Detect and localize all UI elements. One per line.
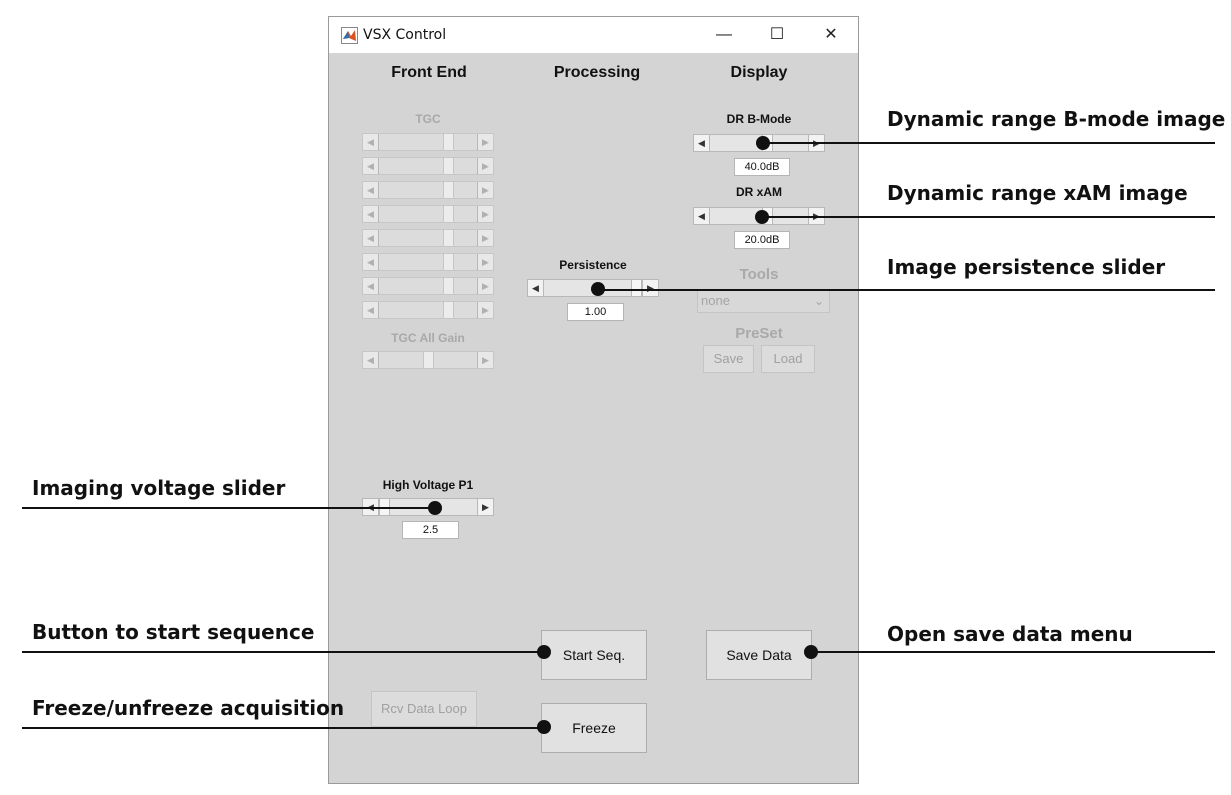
left-arrow-icon[interactable]: ◀ xyxy=(363,352,379,368)
slider-thumb[interactable] xyxy=(443,254,454,270)
left-arrow-icon[interactable]: ◀ xyxy=(528,280,544,296)
processing-header: Processing xyxy=(553,64,641,81)
dr-xam-value[interactable]: 20.0dB xyxy=(734,231,790,249)
leader-line-save-data xyxy=(811,651,1215,653)
marker-dot-save-data xyxy=(804,645,818,659)
right-arrow-icon[interactable]: ▶ xyxy=(477,302,493,318)
annotation-save-data: Open save data menu xyxy=(887,622,1133,646)
right-arrow-icon[interactable]: ▶ xyxy=(477,230,493,246)
tgc-slider-4[interactable]: ◀ ▶ xyxy=(362,205,494,223)
left-arrow-icon[interactable]: ◀ xyxy=(363,302,379,318)
dr-bmode-label: DR B-Mode xyxy=(726,112,792,126)
chevron-down-icon: ⌄ xyxy=(813,294,824,308)
preset-load-button[interactable]: Load xyxy=(761,345,815,373)
tgc-label: TGC xyxy=(415,112,441,126)
maximize-button[interactable]: ☐ xyxy=(766,25,788,45)
tgc-all-gain-label: TGC All Gain xyxy=(391,331,465,345)
slider-thumb[interactable] xyxy=(443,230,454,246)
title-bar: VSX Control — ☐ ✕ xyxy=(329,17,858,53)
leader-line-voltage xyxy=(22,507,435,509)
vsx-control-window: VSX Control — ☐ ✕ Front End Processing D… xyxy=(328,16,859,784)
slider-thumb[interactable] xyxy=(423,352,434,368)
tgc-slider-3[interactable]: ◀ ▶ xyxy=(362,181,494,199)
left-arrow-icon[interactable]: ◀ xyxy=(694,208,710,224)
leader-line-dr-xam xyxy=(762,216,1215,218)
slider-thumb[interactable] xyxy=(443,278,454,294)
marker-dot-persistence xyxy=(591,282,605,296)
high-voltage-label: High Voltage P1 xyxy=(382,478,474,492)
annotation-voltage: Imaging voltage slider xyxy=(32,476,286,500)
tgc-all-gain-slider[interactable]: ◀ ▶ xyxy=(362,351,494,369)
start-seq-button[interactable]: Start Seq. xyxy=(541,630,647,680)
left-arrow-icon[interactable]: ◀ xyxy=(363,278,379,294)
window-title: VSX Control xyxy=(363,27,447,43)
left-arrow-icon[interactable]: ◀ xyxy=(363,182,379,198)
annotation-dr-bmode: Dynamic range B-mode image xyxy=(887,107,1226,131)
right-arrow-icon[interactable]: ▶ xyxy=(477,158,493,174)
close-button[interactable]: ✕ xyxy=(820,25,842,45)
annotation-freeze: Freeze/unfreeze acquisition xyxy=(32,696,345,720)
leader-line-dr-bmode xyxy=(764,142,1215,144)
left-arrow-icon[interactable]: ◀ xyxy=(363,158,379,174)
marker-dot-dr-bmode xyxy=(756,136,770,150)
left-arrow-icon[interactable]: ◀ xyxy=(363,254,379,270)
freeze-button[interactable]: Freeze xyxy=(541,703,647,753)
preset-save-button[interactable]: Save xyxy=(703,345,754,373)
right-arrow-icon[interactable]: ▶ xyxy=(642,280,658,296)
tgc-slider-2[interactable]: ◀ ▶ xyxy=(362,157,494,175)
slider-thumb[interactable] xyxy=(443,134,454,150)
dr-bmode-value[interactable]: 40.0dB xyxy=(734,158,790,176)
leader-line-start-seq xyxy=(22,651,544,653)
tools-selected-value: none xyxy=(701,293,730,308)
left-arrow-icon[interactable]: ◀ xyxy=(694,135,710,151)
right-arrow-icon[interactable]: ▶ xyxy=(477,352,493,368)
right-arrow-icon[interactable]: ▶ xyxy=(477,206,493,222)
slider-thumb[interactable] xyxy=(443,302,454,318)
tgc-slider-5[interactable]: ◀ ▶ xyxy=(362,229,494,247)
display-header: Display xyxy=(730,64,788,81)
persistence-label: Persistence xyxy=(559,258,627,272)
left-arrow-icon[interactable]: ◀ xyxy=(363,206,379,222)
tgc-slider-7[interactable]: ◀ ▶ xyxy=(362,277,494,295)
marker-dot-start-seq xyxy=(537,645,551,659)
left-arrow-icon[interactable]: ◀ xyxy=(363,230,379,246)
marker-dot-dr-xam xyxy=(755,210,769,224)
tools-label: Tools xyxy=(739,266,779,283)
persistence-value[interactable]: 1.00 xyxy=(567,303,624,321)
marker-dot-freeze xyxy=(537,720,551,734)
preset-label: PreSet xyxy=(735,325,783,342)
right-arrow-icon[interactable]: ▶ xyxy=(477,182,493,198)
right-arrow-icon[interactable]: ▶ xyxy=(477,499,493,515)
front-end-header: Front End xyxy=(391,64,467,81)
tgc-slider-6[interactable]: ◀ ▶ xyxy=(362,253,494,271)
right-arrow-icon[interactable]: ▶ xyxy=(477,134,493,150)
tgc-slider-group: ◀ ▶ ◀ ▶ ◀ ▶ ◀ ▶ ◀ ▶ ◀ ▶ ◀ ▶ ◀ ▶ xyxy=(362,133,494,323)
leader-line-freeze xyxy=(22,727,544,729)
right-arrow-icon[interactable]: ▶ xyxy=(477,254,493,270)
annotation-persistence: Image persistence slider xyxy=(887,255,1166,279)
save-data-button[interactable]: Save Data xyxy=(706,630,812,680)
tgc-slider-8[interactable]: ◀ ▶ xyxy=(362,301,494,319)
slider-thumb[interactable] xyxy=(443,182,454,198)
high-voltage-value[interactable]: 2.5 xyxy=(402,521,459,539)
leader-line-persistence xyxy=(598,289,1215,291)
annotation-dr-xam: Dynamic range xAM image xyxy=(887,181,1188,205)
matlab-icon xyxy=(341,27,358,44)
marker-dot-voltage xyxy=(428,501,442,515)
annotation-start-seq: Button to start sequence xyxy=(32,620,315,644)
tools-dropdown[interactable]: none ⌄ xyxy=(697,290,830,313)
minimize-button[interactable]: — xyxy=(713,25,735,45)
dr-xam-label: DR xAM xyxy=(735,185,782,199)
right-arrow-icon[interactable]: ▶ xyxy=(477,278,493,294)
slider-thumb[interactable] xyxy=(443,158,454,174)
slider-thumb[interactable] xyxy=(631,280,642,296)
rcv-data-loop-button[interactable]: Rcv Data Loop xyxy=(371,691,477,727)
slider-thumb[interactable] xyxy=(443,206,454,222)
tgc-slider-1[interactable]: ◀ ▶ xyxy=(362,133,494,151)
left-arrow-icon[interactable]: ◀ xyxy=(363,134,379,150)
